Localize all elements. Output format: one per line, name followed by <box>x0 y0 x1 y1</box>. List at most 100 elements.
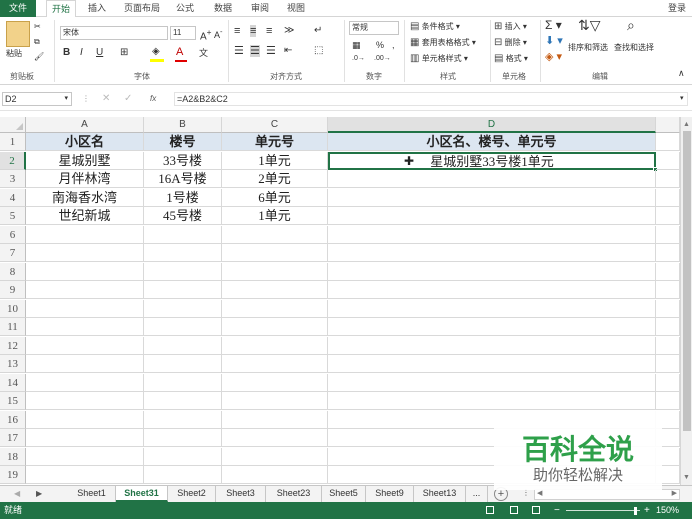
cell-d6[interactable] <box>328 226 656 244</box>
prev-sheet-icon[interactable]: ◀ <box>14 489 20 498</box>
cell-e3[interactable] <box>656 170 680 188</box>
cell-b5[interactable]: 45号楼 <box>144 207 222 225</box>
fill-color-icon[interactable] <box>150 59 164 62</box>
font-grow-icon[interactable]: A+ <box>200 26 212 43</box>
cell-c15[interactable] <box>222 392 328 410</box>
cell-e9[interactable] <box>656 281 680 299</box>
paste-icon[interactable] <box>6 21 30 47</box>
font-size-select[interactable]: 11 <box>170 26 196 40</box>
cell-a11[interactable] <box>26 318 144 336</box>
column-header-b[interactable]: B <box>144 117 222 133</box>
cell-e13[interactable] <box>656 355 680 373</box>
cell-b3[interactable]: 16A号楼 <box>144 170 222 188</box>
cell-b16[interactable] <box>144 411 222 429</box>
cell-c5[interactable]: 1单元 <box>222 207 328 225</box>
row-header-6[interactable]: 6 <box>0 226 26 244</box>
font-name-select[interactable]: 宋体 <box>60 26 168 40</box>
cell-b14[interactable] <box>144 374 222 392</box>
menu-insert[interactable]: 插入 <box>86 0 108 17</box>
cell-e14[interactable] <box>656 374 680 392</box>
cell-e11[interactable] <box>656 318 680 336</box>
bold-icon[interactable]: B <box>63 47 70 59</box>
cell-e6[interactable] <box>656 226 680 244</box>
fill-bucket-icon[interactable]: ◈ <box>152 46 160 58</box>
delete-button[interactable]: ⊟ 删除 ▾ <box>494 37 527 49</box>
insert-button[interactable]: ⊞ 插入 ▾ <box>494 21 527 33</box>
cell-d12[interactable] <box>328 337 656 355</box>
cell-a10[interactable] <box>26 300 144 318</box>
sheet-tab-sheet5[interactable]: Sheet5 <box>322 486 366 502</box>
cell-a7[interactable] <box>26 244 144 262</box>
row-header-7[interactable]: 7 <box>0 244 26 262</box>
table-format-button[interactable]: ▦ 套用表格格式 ▾ <box>410 37 476 49</box>
cell-a3[interactable]: 月伴林湾 <box>26 170 144 188</box>
row-header-13[interactable]: 13 <box>0 355 26 373</box>
row-header-15[interactable]: 15 <box>0 392 26 410</box>
cell-c2[interactable]: 1单元 <box>222 152 328 170</box>
cut-icon[interactable]: ✂ <box>34 21 41 33</box>
cell-e10[interactable] <box>656 300 680 318</box>
cell-c8[interactable] <box>222 263 328 281</box>
orientation-icon[interactable]: ≫ <box>284 25 294 37</box>
row-header-14[interactable]: 14 <box>0 374 26 392</box>
menu-review[interactable]: 审阅 <box>249 0 271 17</box>
format-button[interactable]: ▤ 格式 ▾ <box>494 53 528 65</box>
active-cell-d2[interactable]: 星城别墅33号楼1单元 ✚ <box>328 152 656 170</box>
row-header-17[interactable]: 17 <box>0 429 26 447</box>
zoom-in-icon[interactable]: + <box>644 502 650 519</box>
border-icon[interactable]: ⊞ <box>120 47 128 59</box>
row-header-10[interactable]: 10 <box>0 300 26 318</box>
row-header-19[interactable]: 19 <box>0 466 26 484</box>
sheet-tab-sheet3[interactable]: Sheet3 <box>216 486 266 502</box>
header-cell-b[interactable]: 楼号 <box>144 133 222 151</box>
scroll-up-icon[interactable]: ▲ <box>683 121 690 128</box>
header-cell-d[interactable]: 小区名、楼号、单元号 <box>328 133 656 151</box>
underline-icon[interactable]: U <box>96 47 103 59</box>
cell-b19[interactable] <box>144 466 222 484</box>
phonetic-icon[interactable]: 文 <box>199 47 208 59</box>
cell-a12[interactable] <box>26 337 144 355</box>
cell-e8[interactable] <box>656 263 680 281</box>
sheet-tab-[interactable]: ... <box>466 486 488 502</box>
row-header-2[interactable]: 2 <box>0 152 26 170</box>
font-shrink-icon[interactable]: A- <box>214 26 223 41</box>
row-header-1[interactable]: 1 <box>0 133 26 151</box>
cell-b13[interactable] <box>144 355 222 373</box>
page-layout-view-icon[interactable] <box>510 506 518 514</box>
menu-data[interactable]: 数据 <box>212 0 234 17</box>
cancel-icon[interactable]: ✕ <box>102 93 110 105</box>
sort-filter-icon[interactable]: ⇅▽ <box>578 18 601 32</box>
cell-d14[interactable] <box>328 374 656 392</box>
sheet-tab-sheet31[interactable]: Sheet31 <box>116 486 168 502</box>
collapse-ribbon-icon[interactable]: ∧ <box>678 67 685 79</box>
menu-page-layout[interactable]: 页面布局 <box>121 0 163 17</box>
select-all-corner[interactable] <box>0 117 26 133</box>
cell-e12[interactable] <box>656 337 680 355</box>
zoom-slider[interactable] <box>566 510 640 511</box>
cell-c10[interactable] <box>222 300 328 318</box>
cell-b2[interactable]: 33号楼 <box>144 152 222 170</box>
sheet-tab-sheet23[interactable]: Sheet23 <box>266 486 322 502</box>
column-header-e[interactable] <box>656 117 680 133</box>
chevron-down-icon[interactable]: ▾ <box>64 93 68 105</box>
cell-d5[interactable] <box>328 207 656 225</box>
cell-c19[interactable] <box>222 466 328 484</box>
next-sheet-icon[interactable]: ▶ <box>36 489 42 498</box>
cell-a13[interactable] <box>26 355 144 373</box>
confirm-icon[interactable]: ✓ <box>124 93 132 105</box>
normal-view-icon[interactable] <box>486 506 494 514</box>
header-cell-a[interactable]: 小区名 <box>26 133 144 151</box>
merge-icon[interactable]: ⬚ <box>314 45 323 57</box>
vertical-scrollbar[interactable]: ▲ ▼ <box>680 117 692 485</box>
cell-a17[interactable] <box>26 429 144 447</box>
cell-d11[interactable] <box>328 318 656 336</box>
format-painter-icon[interactable]: 🖌 <box>34 51 44 63</box>
cell-d7[interactable] <box>328 244 656 262</box>
cell-c13[interactable] <box>222 355 328 373</box>
row-header-9[interactable]: 9 <box>0 281 26 299</box>
cell-style-button[interactable]: ▥ 单元格样式 ▾ <box>410 53 468 65</box>
insert-function-icon[interactable]: fx <box>150 93 156 105</box>
cell-a15[interactable] <box>26 392 144 410</box>
cell-b18[interactable] <box>144 448 222 466</box>
sheet-tab-sheet9[interactable]: Sheet9 <box>366 486 414 502</box>
